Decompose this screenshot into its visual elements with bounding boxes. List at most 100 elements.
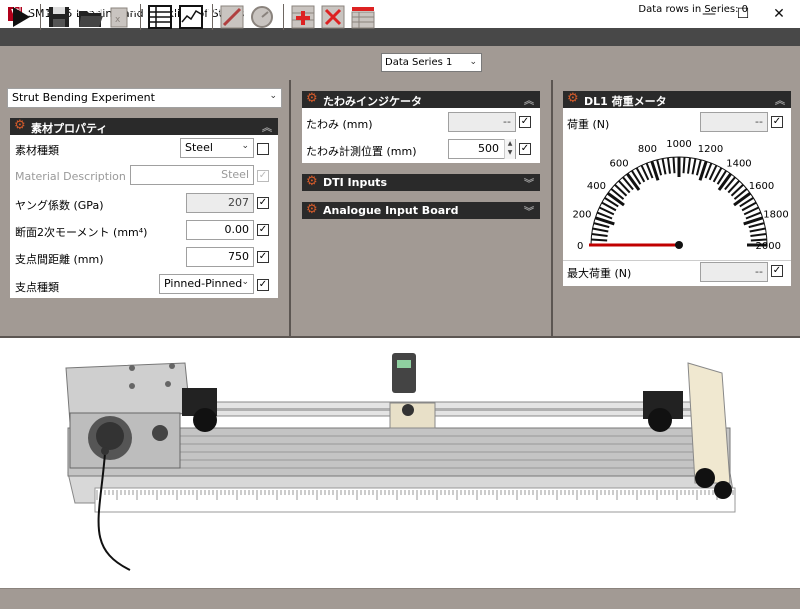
data-series-select[interactable]: Data Series 1 ⌄ [381, 53, 482, 72]
gauge-icon[interactable] [249, 4, 275, 30]
gauge-tick [748, 222, 765, 229]
expand-icon[interactable]: ︾ [524, 175, 534, 190]
close-button[interactable]: ✕ [762, 0, 796, 28]
chevron-down-icon: ⌄ [241, 141, 249, 151]
toolbar-separator [140, 4, 141, 30]
material-panel-header[interactable]: ⚙ 素材プロパティ ︽ [10, 118, 278, 135]
material-description-field[interactable]: Steel [130, 165, 254, 185]
gauge-tick [593, 222, 610, 229]
gauge-tick [656, 159, 663, 176]
support-type-checkbox[interactable]: ✓ [257, 279, 269, 291]
gauge-tick [672, 157, 676, 174]
deflection-position-checkbox[interactable]: ✓ [519, 143, 531, 155]
span-length-field[interactable]: 750 [186, 247, 254, 267]
collapse-icon[interactable]: ︽ [262, 119, 272, 134]
table-clear-icon[interactable] [350, 4, 376, 30]
max-load-checkbox[interactable]: ✓ [771, 265, 783, 277]
chevron-down-icon: ⌄ [241, 277, 249, 287]
open-folder-icon[interactable] [77, 4, 103, 30]
second-moment-label: 断面2次モーメント (mm⁴) [15, 226, 148, 239]
divider [563, 260, 791, 261]
toolbar-separator [40, 4, 41, 30]
status-bar [0, 588, 800, 609]
youngs-modulus-checkbox[interactable]: ✓ [257, 197, 269, 209]
gauge-ticks [590, 156, 768, 247]
gauge-label: 800 [638, 144, 657, 155]
spinner-arrows[interactable]: ▲ ▼ [504, 139, 515, 159]
gauge-tick [661, 158, 667, 175]
gauge-tick [591, 238, 608, 242]
deflection-position-label: たわみ計測位置 (mm) [306, 145, 417, 158]
gauge-tick [666, 157, 671, 174]
toolbar-separator [212, 4, 213, 30]
gauge-tick [626, 172, 641, 191]
gauge-tick [750, 232, 767, 237]
chevron-down-icon: ⌄ [269, 91, 277, 101]
add-icon[interactable] [290, 4, 316, 30]
gauge-label: 1000 [666, 139, 691, 150]
status-rows-text: Data rows in Series: 0 [638, 4, 748, 15]
gauge-tick [592, 227, 609, 233]
table-icon[interactable] [147, 4, 173, 30]
gauge-label: 400 [587, 181, 606, 192]
material-description-label: Material Description [15, 170, 126, 183]
material-panel-title: 素材プロパティ [31, 122, 108, 135]
dti-panel-title: DTI Inputs [323, 176, 387, 189]
youngs-modulus-label: ヤング係数 (GPa) [15, 199, 104, 212]
deflection-panel-header[interactable]: ⚙ たわみインジケータ ︽ [302, 91, 540, 108]
save-icon[interactable] [46, 4, 72, 30]
panel-divider [289, 80, 291, 336]
support-type-label: 支点種類 [15, 281, 59, 294]
panel-divider [551, 80, 553, 336]
span-length-checkbox[interactable]: ✓ [257, 251, 269, 263]
toolbar-separator [283, 4, 284, 30]
play-icon[interactable] [8, 4, 34, 30]
gear-icon: ⚙ [306, 202, 318, 217]
second-moment-field[interactable]: 0.00 [186, 220, 254, 240]
load-gauge: 0 200 400 600 800 1000 12001400 1600 1800 2000 [572, 139, 788, 252]
menu-bar [0, 28, 800, 46]
second-moment-checkbox[interactable]: ✓ [257, 224, 269, 236]
gauge-tick [695, 159, 702, 176]
experiment-value: Strut Bending Experiment [12, 91, 155, 104]
gear-icon: ⚙ [567, 91, 579, 106]
material-type-value: Steel [185, 141, 213, 154]
analogue-panel-header[interactable]: ⚙ Analogue Input Board ︾ [302, 202, 540, 219]
delete-icon[interactable] [320, 4, 346, 30]
experiment-select[interactable]: Strut Bending Experiment ⌄ [7, 88, 282, 108]
material-type-checkbox[interactable] [257, 143, 269, 155]
collapse-icon[interactable]: ︽ [524, 92, 534, 107]
dti-panel-header[interactable]: ⚙ DTI Inputs ︾ [302, 174, 540, 191]
gauge-tick [591, 232, 608, 237]
gauge-tick [682, 157, 686, 174]
max-load-label: 最大荷重 (N) [567, 267, 632, 280]
deflection-checkbox[interactable]: ✓ [519, 116, 531, 128]
support-type-value: Pinned-Pinned [164, 277, 243, 290]
gauge-tick [749, 227, 766, 233]
youngs-modulus-field[interactable]: 207 [186, 193, 254, 213]
gauge-tick [687, 157, 692, 174]
graph-icon[interactable] [178, 4, 204, 30]
deflection-field[interactable]: -- [448, 112, 516, 132]
support-type-select[interactable]: Pinned-Pinned ⌄ [159, 274, 254, 294]
collapse-icon[interactable]: ︽ [775, 92, 785, 107]
expand-icon[interactable]: ︾ [524, 203, 534, 218]
gauge-tick [733, 192, 752, 207]
max-load-field[interactable]: -- [700, 262, 768, 282]
span-length-label: 支点間距離 (mm) [15, 253, 104, 266]
gauge-tick [606, 192, 625, 207]
load-panel-header[interactable]: ⚙ DL1 荷重メータ ︽ [563, 91, 791, 108]
gear-icon: ⚙ [306, 91, 318, 106]
pencil-icon[interactable] [219, 4, 245, 30]
load-checkbox[interactable]: ✓ [771, 116, 783, 128]
gauge-label: 600 [609, 158, 628, 169]
load-field[interactable]: -- [700, 112, 768, 132]
excel-icon[interactable]: x [106, 4, 132, 30]
material-description-checkbox[interactable]: ✓ [257, 170, 269, 182]
load-panel-title: DL1 荷重メータ [584, 95, 667, 108]
data-series-value: Data Series 1 [385, 57, 453, 68]
gear-icon: ⚙ [306, 174, 318, 189]
gauge-label: 2000 [756, 241, 781, 252]
gauge-label: 0 [577, 241, 583, 252]
material-type-select[interactable]: Steel ⌄ [180, 138, 254, 158]
